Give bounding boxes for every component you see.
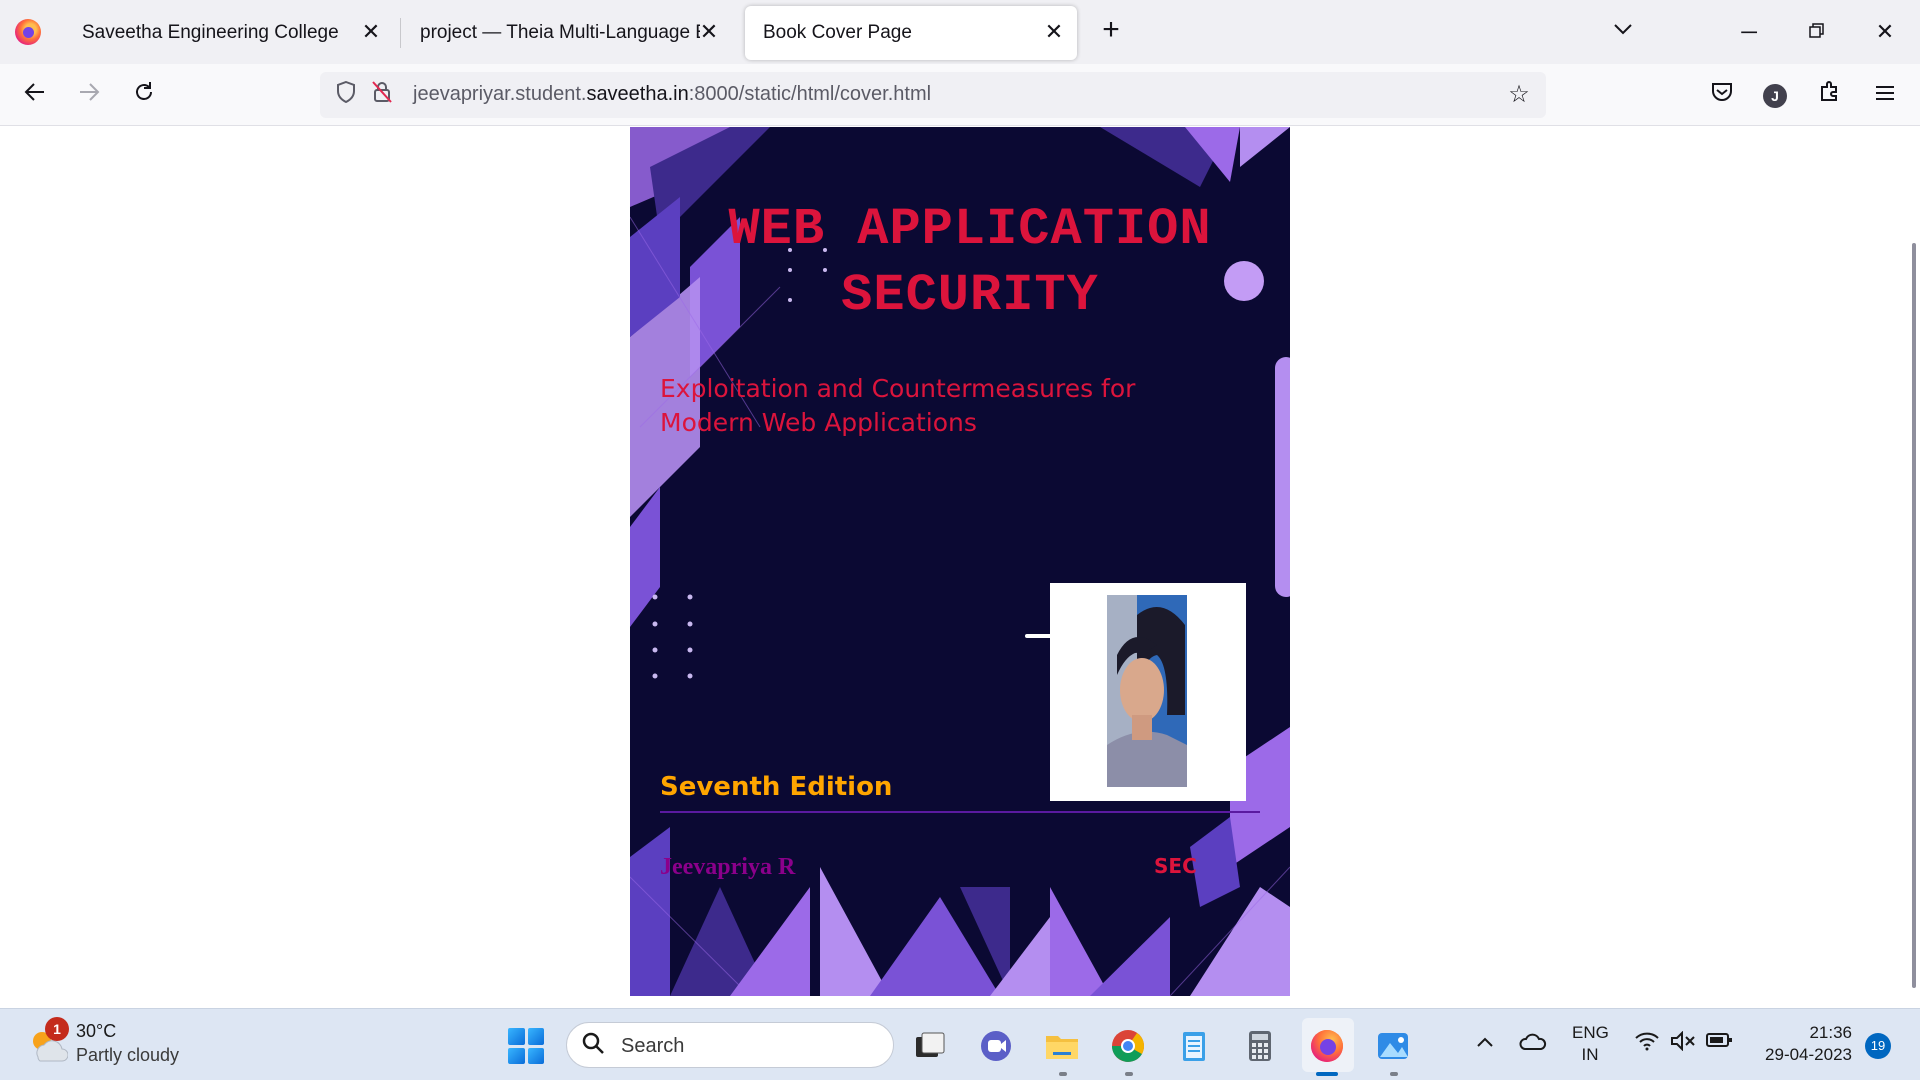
calculator-icon[interactable] [1241, 1027, 1279, 1065]
author-photo [1107, 595, 1187, 787]
tab-strip: Saveetha Engineering College ✕ project —… [0, 0, 1920, 64]
running-indicator [1390, 1072, 1398, 1076]
author-name: Jeevapriya R [660, 854, 796, 880]
start-button[interactable] [508, 1028, 544, 1064]
minimize-button[interactable]: ─ [1726, 14, 1772, 50]
app-menu-button[interactable] [1866, 76, 1904, 114]
forward-button[interactable] [70, 76, 108, 114]
search-placeholder: Search [621, 1035, 685, 1057]
active-indicator [1316, 1072, 1338, 1076]
author-photo-frame [1050, 583, 1246, 801]
tab-book-cover[interactable]: Book Cover Page ✕ [745, 6, 1077, 60]
onedrive-cloud-icon[interactable] [1516, 1031, 1550, 1057]
account-avatar[interactable]: J [1763, 84, 1787, 108]
hamburger-menu-icon [1876, 86, 1894, 100]
list-all-tabs-button[interactable] [1608, 18, 1638, 48]
page-scrollbar[interactable] [1912, 243, 1916, 988]
restore-button[interactable] [1794, 14, 1840, 50]
notification-count-badge[interactable]: 19 [1865, 1033, 1891, 1059]
tab-title: Book Cover Page [763, 22, 912, 43]
system-clock[interactable]: 21:36 29-04-2023 [1752, 1022, 1852, 1066]
url-path: :8000/static/html/cover.html [688, 83, 932, 105]
extensions-button[interactable] [1811, 76, 1849, 114]
wifi-icon[interactable] [1632, 1031, 1662, 1057]
close-window-button[interactable]: ✕ [1862, 14, 1908, 50]
back-button[interactable] [16, 76, 54, 114]
clock-date: 29-04-2023 [1765, 1045, 1852, 1064]
firefox-taskbar-icon[interactable] [1308, 1027, 1346, 1065]
weather-alert-badge: 1 [45, 1017, 69, 1041]
chevron-down-icon [1614, 24, 1632, 35]
chrome-icon[interactable] [1109, 1027, 1147, 1065]
url-text[interactable]: jeevapriyar.student.saveetha.in:8000/sta… [413, 83, 931, 106]
new-tab-button[interactable]: + [1096, 15, 1126, 46]
url-domain: saveetha.in [586, 83, 689, 105]
edition-label: Seventh Edition [660, 772, 893, 802]
puzzle-piece-icon [1821, 81, 1837, 101]
navigation-toolbar: jeevapriyar.student.saveetha.in:8000/sta… [0, 64, 1920, 126]
running-indicator [1059, 1072, 1067, 1076]
back-arrow-icon [24, 83, 44, 101]
battery-icon[interactable] [1704, 1031, 1734, 1055]
clock-time: 21:36 [1809, 1023, 1852, 1042]
address-bar[interactable]: jeevapriyar.student.saveetha.in:8000/sta… [320, 72, 1546, 118]
tab-theia-project[interactable]: project — Theia Multi-Language Ex ✕ [402, 6, 732, 60]
language-code: ENG [1572, 1023, 1609, 1042]
region-code: IN [1581, 1045, 1599, 1064]
photos-icon[interactable] [1374, 1027, 1412, 1065]
show-hidden-icons-chevron-up-icon[interactable] [1472, 1031, 1498, 1054]
weather-description[interactable]: Partly cloudy [76, 1045, 179, 1066]
edition-divider [660, 811, 1260, 813]
close-icon[interactable]: ✕ [358, 19, 384, 45]
tab-title: Saveetha Engineering College [82, 22, 339, 43]
notepad-icon[interactable] [1175, 1027, 1213, 1065]
book-subtitle: Exploitation and Countermeasures for Mod… [660, 374, 1136, 437]
reload-button[interactable] [125, 76, 163, 114]
bookmark-star-icon[interactable]: ☆ [1504, 80, 1534, 110]
tab-title: project — Theia Multi-Language Ex [420, 22, 700, 43]
close-icon[interactable]: ✕ [1041, 19, 1067, 45]
teams-chat-icon[interactable] [977, 1027, 1015, 1065]
forward-arrow-icon [80, 83, 100, 101]
publisher-name: SEC [1154, 854, 1197, 878]
volume-muted-icon[interactable] [1668, 1030, 1698, 1057]
insecure-lock-icon[interactable] [368, 81, 396, 109]
pocket-button[interactable] [1703, 76, 1741, 114]
tab-separator [400, 18, 401, 48]
close-icon[interactable]: ✕ [696, 19, 722, 45]
pocket-icon [1712, 83, 1732, 101]
search-icon [581, 1031, 609, 1059]
url-prefix: jeevapriyar.student. [413, 83, 587, 105]
windows-logo-icon [508, 1028, 525, 1045]
tracking-protection-shield-icon[interactable] [332, 80, 360, 109]
file-explorer-icon[interactable] [1043, 1027, 1081, 1065]
book-cover: WEB APPLICATION SECURITY Exploitation an… [630, 127, 1290, 996]
taskbar-search[interactable]: Search [566, 1022, 894, 1068]
windows-taskbar: 1 30°C Partly cloudy Search ENG IN 21:36… [0, 1008, 1920, 1080]
tab-saveetha[interactable]: Saveetha Engineering College ✕ [64, 6, 394, 60]
weather-temperature[interactable]: 30°C [76, 1021, 116, 1042]
input-language-indicator[interactable]: ENG IN [1572, 1022, 1609, 1066]
firefox-logo-icon[interactable] [15, 19, 41, 45]
running-indicator [1125, 1072, 1133, 1076]
task-view-icon[interactable] [910, 1027, 948, 1065]
book-title: WEB APPLICATION SECURITY [728, 200, 1212, 325]
restore-icon [1809, 23, 1824, 38]
reload-icon [136, 82, 152, 100]
